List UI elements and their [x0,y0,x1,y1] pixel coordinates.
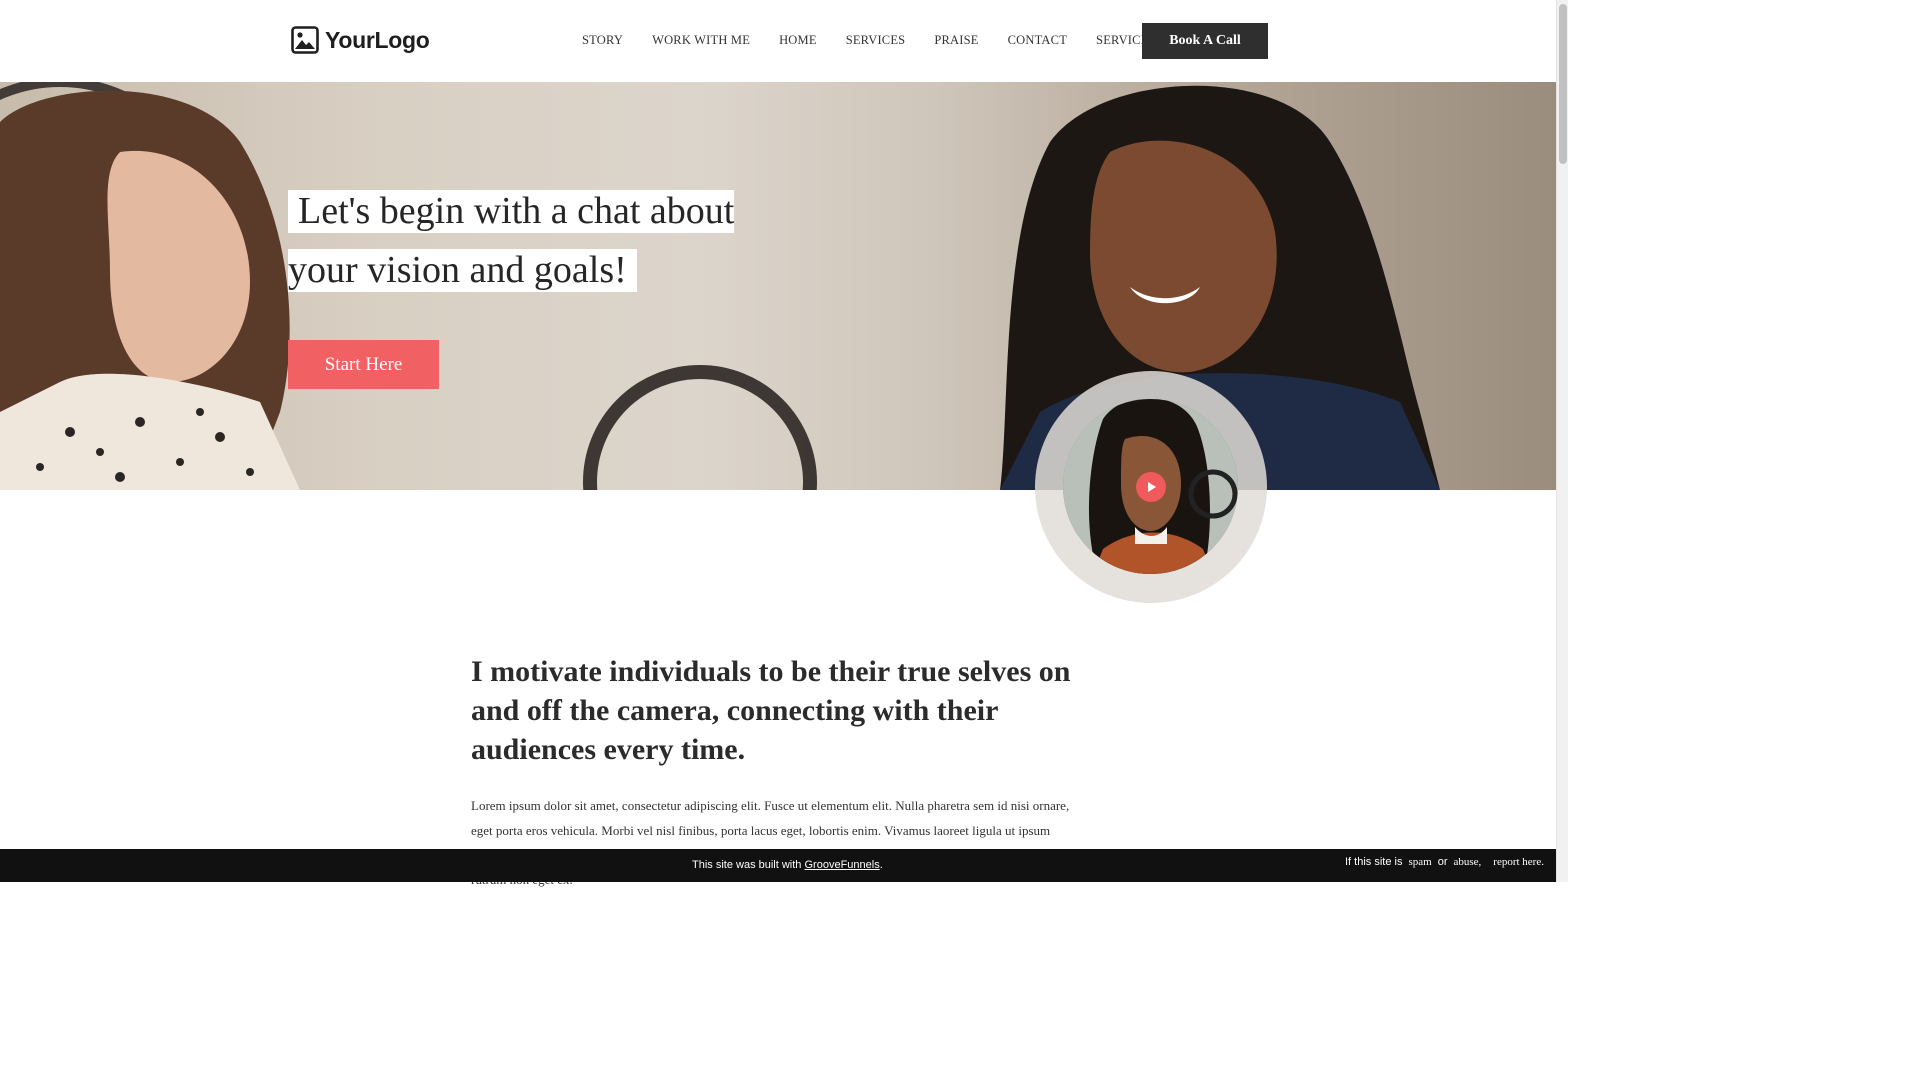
hero-title-line-2: your vision and goals! [288,249,637,292]
groove-footer-bar: This site was built with GrooveFunnels. … [0,849,1556,882]
nav-link-praise[interactable]: PRAISE [934,33,978,48]
scrollbar-thumb[interactable] [1559,4,1567,164]
play-icon [1148,482,1156,492]
site-header: YourLogo STORY WORK WITH ME HOME SERVICE… [0,0,1556,82]
report-link[interactable]: report here. [1493,856,1544,868]
built-with-suffix: . [879,859,883,871]
nav-link-services[interactable]: SERVICES [846,33,906,48]
play-button[interactable] [1136,472,1166,502]
report-abuse: abuse, [1453,856,1482,868]
built-with-prefix: This site was built with [692,859,802,871]
nav-link-home[interactable]: HOME [779,33,817,48]
report-or: or [1437,856,1448,868]
image-icon [291,26,319,54]
hero-background-photo [0,82,1440,490]
built-with-notice: This site was built with GrooveFunnels. [692,859,883,871]
page-scrollbar[interactable] [1556,0,1568,882]
nav-link-contact[interactable]: CONTACT [1008,33,1067,48]
hero-title-line-1: Let's begin with a chat about [288,190,735,233]
intro-headline: I motivate individuals to be their true … [471,655,1071,766]
book-a-call-button[interactable]: Book A Call [1142,23,1268,59]
report-spam: spam [1408,856,1432,868]
logo[interactable]: YourLogo [291,26,430,54]
nav-link-story[interactable]: STORY [582,33,623,48]
start-here-button[interactable]: Start Here [288,340,439,389]
hero-section: Let's begin with a chat about your visio… [0,82,1556,490]
logo-text: YourLogo [325,26,430,53]
nav-link-work-with-me[interactable]: WORK WITH ME [652,33,750,48]
report-prefix: If this site is [1345,856,1403,868]
report-notice: If this site is spam or abuse, report he… [1345,856,1544,868]
hero-title: Let's begin with a chat about your visio… [288,190,735,292]
main-nav: STORY WORK WITH ME HOME SERVICES PRAISE … [582,33,1185,48]
groovefunnels-link[interactable]: GrooveFunnels [805,859,880,871]
